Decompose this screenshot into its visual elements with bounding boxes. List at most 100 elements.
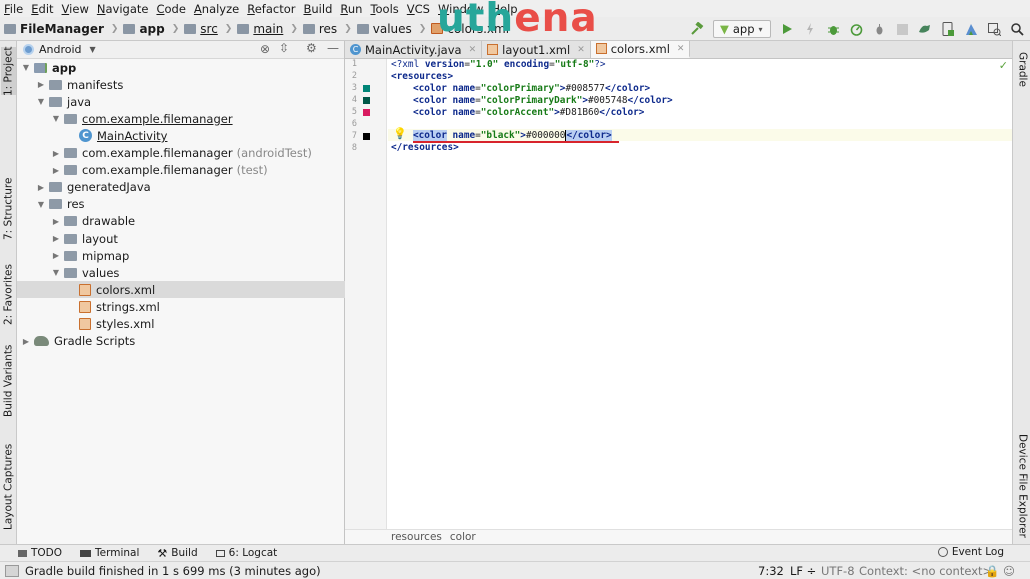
expanded-arrow-icon[interactable]: ▼: [36, 97, 46, 106]
expanded-arrow-icon[interactable]: ▼: [51, 268, 61, 277]
close-icon[interactable]: ✕: [469, 45, 477, 55]
collapsed-arrow-icon[interactable]: ▶: [51, 234, 61, 243]
layout-inspector-icon[interactable]: [987, 22, 1001, 36]
tree-item-mainactivity[interactable]: C MainActivity: [17, 127, 345, 144]
tool-tab-gradle[interactable]: Gradle: [1015, 45, 1030, 93]
search-everywhere-icon[interactable]: [1010, 22, 1024, 36]
menu-refactor[interactable]: Refactor: [243, 2, 299, 16]
toggle-tool-windows-icon[interactable]: [5, 565, 19, 577]
event-log-button[interactable]: Event Log: [937, 546, 1004, 558]
gear-icon[interactable]: ⚙: [306, 41, 317, 55]
close-icon[interactable]: ✕: [677, 44, 685, 54]
tree-item-values[interactable]: ▼ values: [17, 264, 345, 281]
breadcrumb-filemanager[interactable]: FileManager: [4, 22, 104, 36]
tree-item-layout[interactable]: ▶ layout: [17, 230, 345, 247]
breadcrumb-values[interactable]: ❯ values: [339, 22, 412, 36]
collapsed-arrow-icon[interactable]: ▶: [51, 149, 61, 158]
tree-item-com-example-filemanager[interactable]: ▶ com.example.filemanager (androidTest): [17, 145, 345, 162]
tool-window-todo[interactable]: TODO: [18, 547, 62, 559]
breadcrumb-res[interactable]: ❯ res: [285, 22, 337, 36]
collapsed-arrow-icon[interactable]: ▶: [36, 183, 46, 192]
tree-item-colors-xml[interactable]: colors.xml: [17, 281, 345, 299]
lock-icon[interactable]: 🔒: [985, 564, 999, 578]
tree-item-mipmap[interactable]: ▶ mipmap: [17, 247, 345, 264]
expanded-arrow-icon[interactable]: ▼: [36, 200, 46, 209]
apply-changes-icon[interactable]: [803, 22, 817, 36]
tool-tab-device-file-explorer[interactable]: Device File Explorer: [1015, 431, 1030, 541]
scroll-from-source-icon[interactable]: ⇳: [279, 41, 289, 55]
tree-item-java[interactable]: ▼ java: [17, 93, 345, 110]
stop-icon[interactable]: [895, 22, 909, 36]
debug-icon[interactable]: [826, 22, 840, 36]
tool-tab-1-project[interactable]: 1: Project: [1, 46, 16, 96]
menu-run[interactable]: Run: [336, 2, 366, 16]
tool-tab-2-favorites[interactable]: 2: Favorites: [1, 259, 16, 331]
color-swatch-icon[interactable]: [363, 133, 370, 140]
menu-analyze[interactable]: Analyze: [190, 2, 243, 16]
status-message[interactable]: Gradle build finished in 1 s 699 ms (3 m…: [25, 564, 321, 578]
breadcrumb-app[interactable]: ❯ app: [106, 22, 165, 36]
tree-item-generatedjava[interactable]: ▶ generatedJava: [17, 179, 345, 196]
menu-file[interactable]: File: [0, 2, 27, 16]
collapsed-arrow-icon[interactable]: ▶: [21, 337, 31, 346]
code-editor[interactable]: 1 2 3 4 5 6 7 8 💡 ✓ <?xml version="1.0" encodin…: [345, 59, 1012, 529]
breadcrumb-src[interactable]: ❯ src: [167, 22, 218, 36]
hide-panel-icon[interactable]: —: [327, 41, 339, 55]
tree-item-com-example-filemanager[interactable]: ▶ com.example.filemanager (test): [17, 162, 345, 179]
tool-tab-layout-captures[interactable]: Layout Captures: [1, 441, 16, 533]
tool-tab-build-variants[interactable]: Build Variants: [1, 343, 16, 419]
breadcrumb-main[interactable]: ❯ main: [220, 22, 284, 36]
lightbulb-icon[interactable]: 💡: [393, 127, 407, 140]
tree-item-drawable[interactable]: ▶ drawable: [17, 213, 345, 230]
tab-colors-xml[interactable]: colors.xml ✕: [590, 41, 691, 58]
menu-build[interactable]: Build: [300, 2, 337, 16]
tool-window-terminal[interactable]: Terminal: [80, 547, 139, 559]
avd-manager-icon[interactable]: [941, 22, 955, 36]
hammer-icon[interactable]: [690, 22, 704, 36]
context-indicator[interactable]: Context: <no context>: [859, 564, 992, 578]
sync-gradle-icon[interactable]: [918, 22, 932, 36]
collapse-all-icon[interactable]: ⊗: [260, 42, 270, 56]
file-encoding[interactable]: UTF-8: [821, 564, 855, 578]
tab-mainactivity-java[interactable]: C MainActivity.java ✕: [345, 41, 483, 58]
tab-layout1-xml[interactable]: layout1.xml ✕: [482, 41, 591, 58]
expanded-arrow-icon[interactable]: ▼: [51, 114, 61, 123]
tree-item-styles-xml[interactable]: styles.xml: [17, 316, 345, 333]
tree-item-strings-xml[interactable]: strings.xml: [17, 298, 345, 315]
color-swatch-icon[interactable]: [363, 109, 370, 116]
collapsed-arrow-icon[interactable]: ▶: [36, 80, 46, 89]
editor-breadcrumb-color[interactable]: color: [450, 531, 476, 543]
menu-navigate[interactable]: Navigate: [93, 2, 153, 16]
collapsed-arrow-icon[interactable]: ▶: [51, 217, 61, 226]
expanded-arrow-icon[interactable]: ▼: [21, 63, 31, 72]
profile-icon[interactable]: [849, 22, 863, 36]
color-swatch-icon[interactable]: [363, 85, 370, 92]
tree-item-res[interactable]: ▼ res: [17, 196, 345, 213]
tree-item-com-example-filemanager[interactable]: ▼ com.example.filemanager: [17, 110, 345, 127]
menu-view[interactable]: View: [58, 2, 93, 16]
editor-breadcrumb-resources[interactable]: resources: [391, 531, 442, 543]
menu-edit[interactable]: Edit: [27, 2, 57, 16]
tool-window-build[interactable]: ⚒ Build: [157, 547, 197, 560]
run-icon[interactable]: [780, 22, 794, 36]
tool-window-6-logcat[interactable]: 6: Logcat: [215, 547, 277, 559]
caret-position[interactable]: 7:32: [758, 564, 784, 578]
color-swatch-icon[interactable]: [363, 97, 370, 104]
tree-item-app[interactable]: ▼ app: [17, 59, 345, 76]
tree-item-gradle-scripts[interactable]: ▶ Gradle Scripts: [17, 333, 345, 350]
hector-icon[interactable]: ☺: [1003, 564, 1015, 578]
tool-tab-7-structure[interactable]: 7: Structure: [1, 171, 16, 247]
run-config-select[interactable]: ▼ app ▾: [713, 20, 771, 38]
sdk-manager-icon[interactable]: [964, 22, 978, 36]
menu-vcs[interactable]: VCS: [403, 2, 434, 16]
menu-code[interactable]: Code: [152, 2, 189, 16]
menu-tools[interactable]: Tools: [366, 2, 402, 16]
tree-item-manifests[interactable]: ▶ manifests: [17, 76, 345, 93]
collapsed-arrow-icon[interactable]: ▶: [51, 251, 61, 260]
project-view-select[interactable]: Android: [39, 43, 82, 56]
close-icon[interactable]: ✕: [577, 45, 585, 55]
collapsed-arrow-icon[interactable]: ▶: [51, 166, 61, 175]
attach-debugger-icon[interactable]: [872, 22, 886, 36]
line-separator[interactable]: LF ÷: [790, 564, 816, 578]
chevron-down-icon[interactable]: ▼: [90, 45, 96, 54]
